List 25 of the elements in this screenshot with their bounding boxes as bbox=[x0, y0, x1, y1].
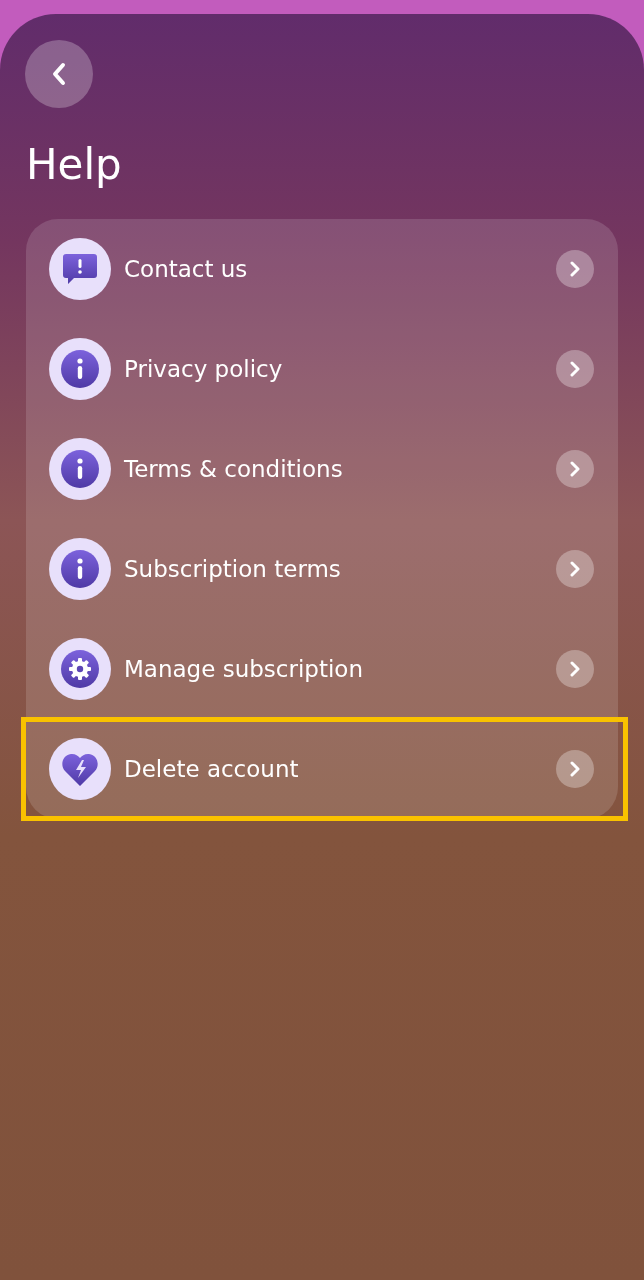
chevron-icon bbox=[556, 649, 594, 688]
menu-item-label: Privacy policy bbox=[124, 355, 284, 382]
back-icon bbox=[51, 62, 67, 86]
menu-item[interactable]: Terms & conditions bbox=[26, 418, 618, 519]
menu-item[interactable]: Manage subscription bbox=[26, 618, 618, 719]
page-title: Help bbox=[26, 139, 123, 191]
menu-item-label: Terms & conditions bbox=[124, 455, 344, 482]
menu-item-label: Manage subscription bbox=[124, 655, 364, 682]
menu-item-label: Contact us bbox=[124, 255, 249, 282]
menu-item[interactable]: Delete account bbox=[23, 718, 626, 819]
message-icon bbox=[62, 251, 98, 286]
info-icon bbox=[61, 449, 99, 488]
settings-icon bbox=[61, 649, 99, 688]
chevron-icon bbox=[556, 249, 594, 288]
menu-item[interactable]: Contact us bbox=[26, 218, 618, 319]
info-icon bbox=[61, 549, 99, 588]
menu-item-label: Subscription terms bbox=[124, 555, 342, 582]
chevron-icon bbox=[556, 449, 594, 488]
info-icon bbox=[61, 349, 99, 388]
menu-item-label: Delete account bbox=[124, 755, 300, 782]
chevron-icon bbox=[556, 349, 594, 388]
menu-item[interactable]: Subscription terms bbox=[26, 518, 618, 619]
chevron-icon bbox=[556, 549, 594, 588]
menu-item[interactable]: Privacy policy bbox=[26, 318, 618, 419]
chevron-icon bbox=[556, 749, 594, 788]
